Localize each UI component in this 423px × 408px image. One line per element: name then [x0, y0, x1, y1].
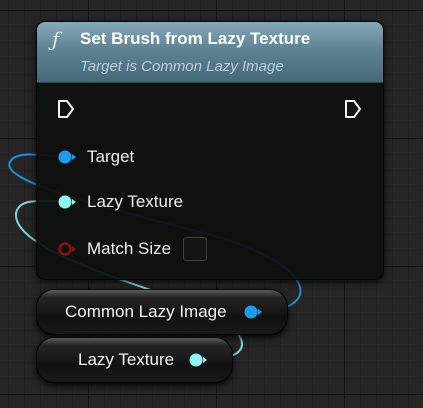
lazy-texture-pin-label: Lazy Texture [87, 192, 184, 211]
match-size-pin-label: Match Size [87, 239, 172, 258]
set-brush-from-lazy-texture-node[interactable]: ƒ Set Brush from Lazy Texture Target is … [36, 21, 384, 280]
lazy-texture-label: Lazy Texture [78, 350, 175, 369]
lazy-texture-pin-icon[interactable] [57, 194, 77, 210]
target-pin-label: Target [87, 147, 135, 166]
exec-in-pin-icon[interactable] [57, 99, 75, 119]
common-lazy-image-label: Common Lazy Image [65, 302, 227, 321]
node-title: Set Brush from Lazy Texture [80, 29, 311, 48]
lazy-texture-output-pin-icon[interactable] [188, 352, 208, 368]
node-header[interactable]: ƒ Set Brush from Lazy Texture Target is … [37, 22, 383, 83]
match-size-pin-icon[interactable] [57, 241, 77, 257]
node-subtitle: Target is Common Lazy Image [80, 58, 284, 75]
blueprint-graph-canvas[interactable]: ƒ Set Brush from Lazy Texture Target is … [0, 0, 423, 408]
lazy-texture-variable-node[interactable]: Lazy Texture [36, 337, 233, 383]
common-lazy-image-output-pin-icon[interactable] [243, 304, 263, 320]
match-size-pin-row[interactable]: Match Size [37, 237, 237, 261]
match-size-checkbox[interactable] [183, 237, 207, 261]
function-icon: ƒ [52, 27, 60, 51]
common-lazy-image-variable-node[interactable]: Common Lazy Image [36, 289, 288, 335]
target-pin-icon[interactable] [57, 149, 77, 165]
exec-out-pin-icon[interactable] [344, 99, 362, 119]
